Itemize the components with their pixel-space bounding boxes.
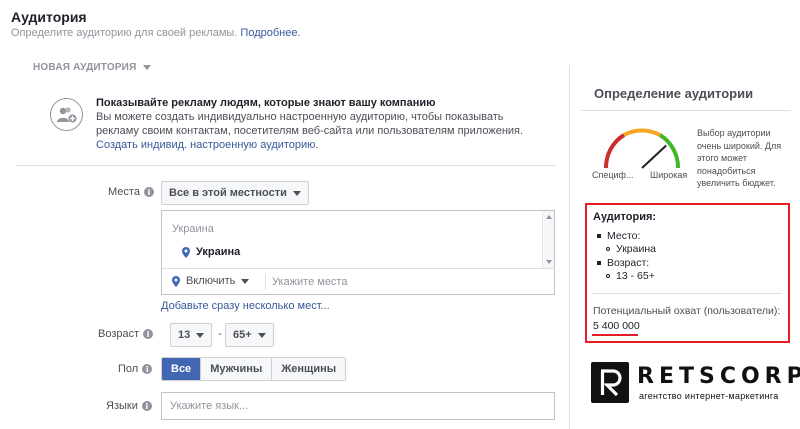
include-select[interactable]: Включить (172, 275, 250, 287)
summary-place-row: Место: (597, 230, 640, 242)
languages-label-row: Языки i (106, 400, 152, 412)
summary-place-value-row: Украина (606, 243, 656, 255)
summary-age-value: 13 - 65+ (616, 270, 655, 282)
reach-underline (592, 334, 638, 336)
age-from-value: 13 (178, 329, 191, 341)
languages-placeholder: Укажите язык... (170, 400, 249, 412)
places-label: Места (108, 186, 140, 198)
bullet-icon (606, 247, 610, 251)
custom-audience-desc-2: рекламу своим контактам, посетителям веб… (96, 125, 524, 137)
gender-selector: Все Мужчины Женщины (161, 357, 347, 381)
panel-divider (569, 65, 570, 429)
caret-down-icon (241, 278, 250, 284)
languages-label: Языки (106, 400, 138, 412)
gender-option-women[interactable]: Женщины (271, 358, 346, 380)
gender-option-men[interactable]: Мужчины (200, 358, 272, 380)
caret-down-icon (196, 332, 205, 338)
divider (592, 293, 782, 294)
learn-more-link[interactable]: Подробнее. (240, 27, 300, 39)
new-audience-label: НОВАЯ АУДИТОРИЯ (33, 62, 137, 73)
summary-age-label: Возраст: (607, 257, 650, 269)
page-subtitle: Определите аудиторию для своей рекламы. … (11, 27, 301, 39)
bullet-icon (597, 234, 601, 238)
caret-down-icon (143, 65, 152, 70)
scrollbar[interactable] (542, 211, 554, 268)
places-label-row: Места i (108, 186, 154, 198)
add-user-icon (50, 98, 83, 131)
gender-option-all[interactable]: Все (162, 358, 201, 380)
divider (581, 110, 791, 111)
location-box: Украина Украина Включить Укажите места (161, 210, 555, 295)
info-icon[interactable]: i (143, 187, 154, 197)
include-select-value: Включить (186, 275, 236, 287)
age-from-select[interactable]: 13 (170, 323, 213, 347)
add-multiple-locations-link[interactable]: Добавьте сразу несколько мест... (161, 300, 330, 312)
caret-down-icon (292, 190, 301, 196)
gauge-description: Выбор аудитории очень широкий. Для этого… (697, 128, 782, 188)
subtitle-text: Определите аудиторию для своей рекламы. (11, 27, 238, 39)
page-title: Аудитория (11, 9, 87, 25)
info-icon[interactable]: i (142, 364, 153, 374)
summary-age-value-row: 13 - 65+ (606, 270, 655, 282)
places-select[interactable]: Все в этой местности (161, 181, 309, 205)
potential-reach-label: Потенциальный охват (пользователи): (593, 305, 781, 317)
logo-name: RETSCORP (637, 364, 800, 389)
divider (265, 274, 266, 290)
gauge-needle (641, 144, 667, 169)
location-search-input[interactable]: Укажите места (272, 276, 347, 288)
logo-tagline: агентство интернет-маркетинга (639, 391, 779, 401)
summary-place-value: Украина (616, 243, 656, 255)
places-select-value: Все в этой местности (169, 187, 287, 199)
age-to-value: 65+ (233, 329, 252, 341)
audience-summary-title: Аудитория: (593, 211, 657, 223)
new-audience-dropdown[interactable]: НОВАЯ АУДИТОРИЯ (33, 62, 152, 73)
custom-audience-title: Показывайте рекламу людям, которые знают… (96, 97, 436, 109)
map-pin-icon (182, 246, 190, 258)
divider (162, 268, 555, 269)
location-country-header: Украина (172, 223, 214, 235)
retscorp-logo-icon (591, 362, 629, 403)
age-label: Возраст (98, 328, 140, 340)
info-icon[interactable]: i (141, 401, 152, 411)
divider (16, 165, 556, 166)
gender-label-row: Пол i (118, 363, 153, 375)
map-pin-icon (172, 275, 180, 287)
age-dash: - (218, 328, 222, 340)
age-label-row: Возраст i (98, 328, 154, 340)
info-icon[interactable]: i (143, 329, 154, 339)
gauge-broad-label: Широкая (650, 170, 688, 180)
languages-input[interactable]: Укажите язык... (161, 392, 555, 420)
custom-audience-desc-1: Вы можете создать индивидуально настроен… (96, 111, 504, 123)
caret-down-icon (257, 332, 266, 338)
gauge-specific-label: Специф... (592, 170, 634, 180)
bullet-icon (597, 261, 601, 265)
summary-place-label: Место: (607, 230, 641, 242)
gender-label: Пол (118, 363, 139, 375)
selected-location[interactable]: Украина (182, 246, 240, 258)
potential-reach-value: 5 400 000 (593, 320, 640, 332)
custom-audience-promo: Показывайте рекламу людям, которые знают… (96, 96, 536, 152)
selected-location-label: Украина (196, 246, 241, 258)
summary-age-row: Возраст: (597, 257, 649, 269)
create-custom-audience-link[interactable]: Создать индивид. настроенную аудиторию. (96, 138, 536, 152)
audience-definition-title: Определение аудитории (594, 86, 754, 101)
age-to-select[interactable]: 65+ (225, 323, 274, 347)
bullet-icon (606, 274, 610, 278)
